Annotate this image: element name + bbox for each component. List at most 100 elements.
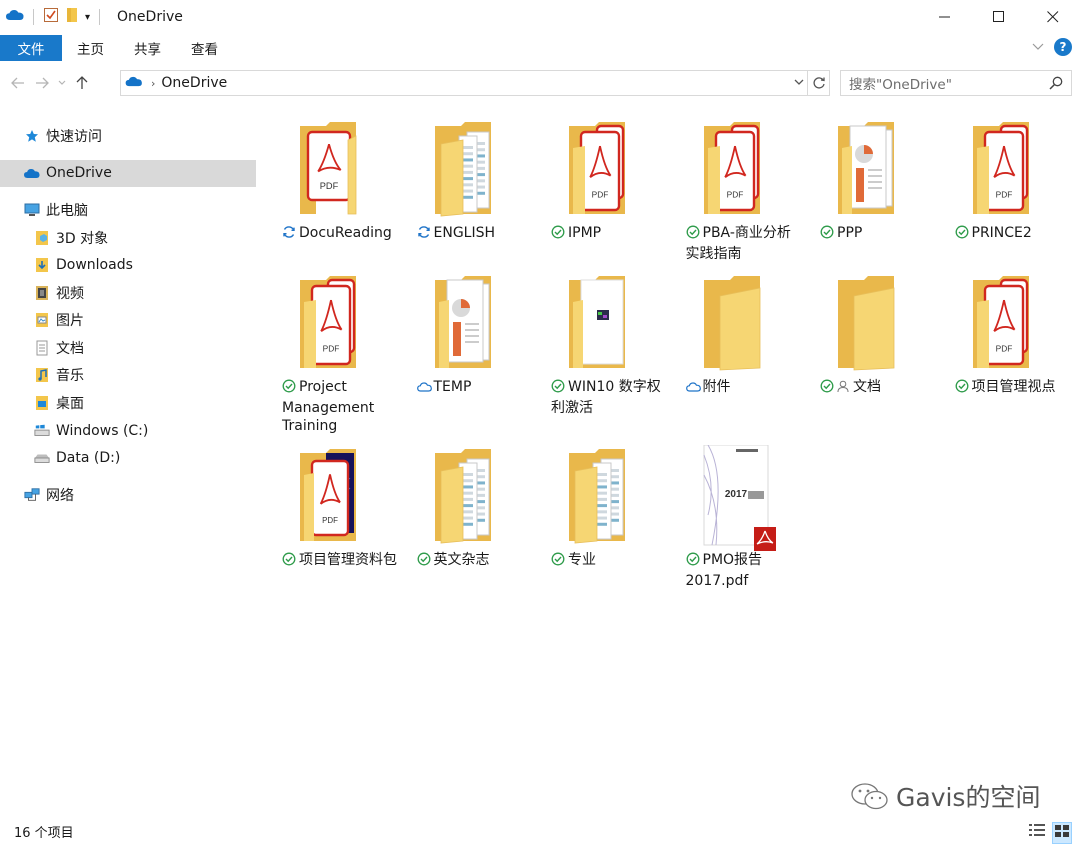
- sidebar-item-label: Data (D:): [56, 450, 121, 466]
- details-view-button[interactable]: [1028, 822, 1046, 844]
- folder-icon: [820, 118, 926, 218]
- navigation-bar: › OneDrive 搜索"OneDrive": [0, 66, 1080, 100]
- windows-drive-icon: [34, 423, 50, 439]
- sidebar-item[interactable]: 网络: [0, 482, 256, 509]
- svg-text:PDF: PDF: [323, 344, 340, 354]
- new-folder-icon[interactable]: [65, 7, 79, 27]
- folder-icon: PDF: [282, 118, 388, 218]
- file-name: PBA-商业分析实践指南: [685, 225, 791, 262]
- sidebar-item[interactable]: 文档: [0, 335, 256, 362]
- file-item-label: 专业: [539, 551, 669, 572]
- folder-icon: [417, 445, 523, 545]
- svg-text:PDF: PDF: [322, 516, 338, 525]
- sidebar-item-label: Downloads: [56, 257, 133, 273]
- synced-check-icon: [282, 552, 296, 572]
- close-button[interactable]: [1026, 0, 1080, 34]
- up-button[interactable]: [70, 71, 94, 95]
- search-box[interactable]: 搜索"OneDrive": [840, 70, 1072, 96]
- tab-file[interactable]: 文件: [0, 35, 62, 61]
- refresh-button[interactable]: [808, 70, 830, 96]
- synced-check-icon: [282, 379, 296, 399]
- cloud-icon: [24, 165, 40, 181]
- maximize-button[interactable]: [972, 0, 1026, 34]
- window-title: OneDrive: [117, 9, 183, 25]
- minimize-icon: [939, 16, 950, 18]
- file-item-label: DocuReading: [270, 224, 400, 245]
- 3d-objects-icon: [34, 230, 50, 246]
- sidebar-item[interactable]: 快速访问: [0, 123, 256, 150]
- large-icons-view-button[interactable]: [1052, 822, 1072, 844]
- sidebar-item[interactable]: 视频: [0, 280, 256, 307]
- folder-icon: PDF: [686, 118, 792, 218]
- properties-icon[interactable]: [43, 7, 59, 27]
- file-item-label: PRINCE2: [943, 224, 1073, 245]
- title-bar: ▾ OneDrive: [0, 0, 1080, 34]
- synced-check-icon: [417, 552, 431, 572]
- sidebar-item-label: 文档: [56, 341, 84, 357]
- onedrive-cloud-icon: [6, 8, 24, 26]
- large-icons-view-icon: [1055, 825, 1069, 837]
- expand-ribbon-chevron-icon[interactable]: [1032, 39, 1044, 55]
- customize-toolbar-dropdown-icon[interactable]: ▾: [85, 12, 90, 23]
- forward-button[interactable]: [30, 71, 54, 95]
- star-icon: [24, 128, 40, 144]
- file-name: DocuReading: [299, 225, 392, 241]
- documents-folder-icon: [34, 340, 50, 356]
- folder-icon: [551, 445, 657, 545]
- download-folder-icon: [34, 257, 50, 273]
- sync-status-icon: [417, 225, 431, 245]
- file-item-label: WIN10 数字权利激活: [539, 378, 669, 417]
- sidebar-item[interactable]: 此电脑: [0, 197, 256, 224]
- sidebar-item[interactable]: 音乐: [0, 362, 256, 389]
- onedrive-cloud-icon: [125, 75, 143, 92]
- maximize-icon: [993, 11, 1004, 22]
- address-bar[interactable]: › OneDrive: [120, 70, 808, 96]
- back-button[interactable]: [6, 71, 30, 95]
- synced-check-icon: [955, 225, 969, 245]
- minimize-button[interactable]: [918, 0, 972, 34]
- breadcrumb-separator-icon[interactable]: ›: [151, 77, 155, 90]
- breadcrumb-onedrive[interactable]: OneDrive: [161, 75, 227, 91]
- folder-icon: PDF: [282, 445, 388, 545]
- sidebar-item[interactable]: 桌面: [0, 390, 256, 417]
- pdf-file-thumbnail-icon: 2017: [686, 444, 792, 551]
- synced-check-icon: [686, 552, 700, 572]
- svg-text:PDF: PDF: [592, 190, 609, 200]
- computer-icon: [24, 202, 40, 218]
- address-dropdown-icon[interactable]: [793, 75, 805, 93]
- search-icon[interactable]: [1049, 76, 1063, 94]
- music-folder-icon: [34, 367, 50, 383]
- recent-locations-button[interactable]: [54, 71, 70, 95]
- svg-text:PDF: PDF: [995, 344, 1012, 354]
- file-name: 项目管理视点: [971, 379, 1056, 395]
- search-input[interactable]: 搜索"OneDrive": [849, 73, 952, 93]
- video-folder-icon: [34, 285, 50, 301]
- pictures-folder-icon: [34, 312, 50, 328]
- file-name: 英文杂志: [433, 552, 490, 568]
- sidebar-item-label: 视频: [56, 286, 84, 302]
- svg-text:PDF: PDF: [995, 190, 1012, 200]
- tab-share[interactable]: 共享: [119, 35, 176, 61]
- file-name: 项目管理资料包: [299, 552, 397, 568]
- desktop-folder-icon: [34, 395, 50, 411]
- sidebar-item[interactable]: OneDrive: [0, 159, 256, 187]
- file-item-label: PBA-商业分析实践指南: [674, 224, 804, 263]
- network-icon: [24, 487, 40, 503]
- folder-icon: PDF: [551, 118, 657, 218]
- synced-check-icon: [686, 225, 700, 245]
- file-name: PPP: [837, 225, 863, 241]
- sidebar-item-label: 快速访问: [46, 129, 102, 145]
- sidebar-item[interactable]: 图片: [0, 307, 256, 334]
- sidebar-item-label: Windows (C:): [56, 423, 149, 439]
- svg-text:PDF: PDF: [726, 190, 743, 200]
- help-button[interactable]: ?: [1054, 38, 1072, 56]
- sidebar-item-label: 3D 对象: [56, 231, 109, 247]
- sidebar-item[interactable]: 3D 对象: [0, 225, 256, 252]
- tab-home[interactable]: 主页: [62, 35, 119, 61]
- tab-view[interactable]: 查看: [176, 35, 233, 61]
- sidebar-item[interactable]: Downloads: [0, 252, 256, 279]
- sidebar-item[interactable]: Data (D:): [0, 445, 256, 472]
- folder-icon: [417, 118, 523, 218]
- sidebar-item[interactable]: Windows (C:): [0, 418, 256, 445]
- folder-icon: [686, 272, 792, 372]
